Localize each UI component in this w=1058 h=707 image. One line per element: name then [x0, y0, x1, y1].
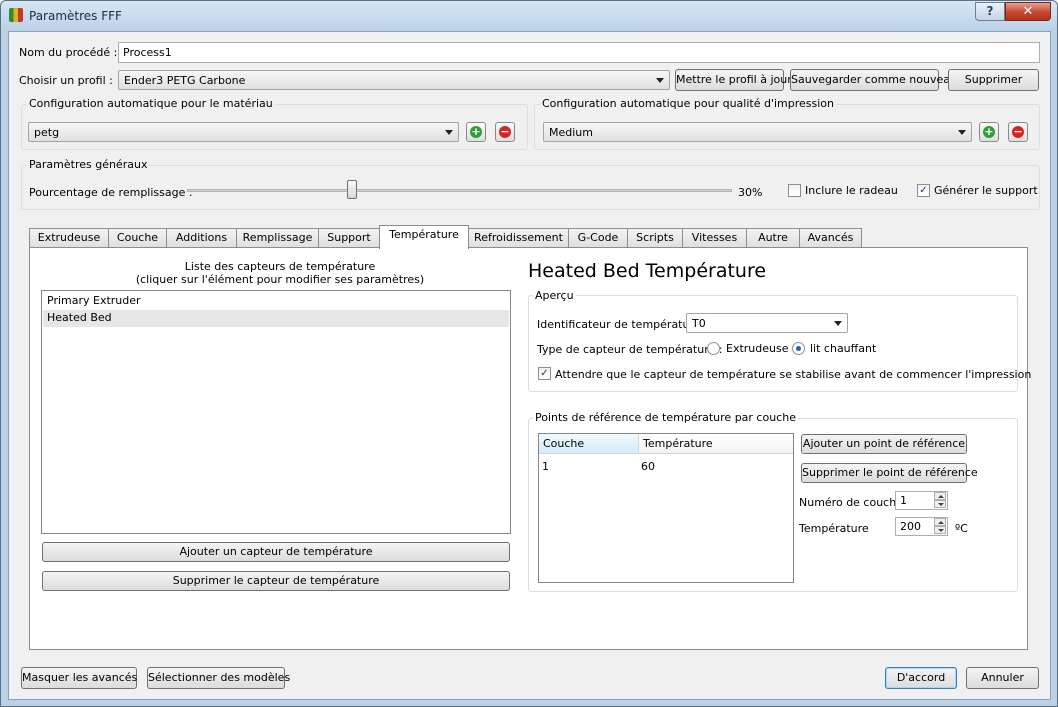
tab-scripts[interactable]: Scripts: [627, 228, 683, 248]
material-select[interactable]: petg: [28, 122, 459, 142]
table-row-temp[interactable]: 60: [641, 460, 655, 473]
add-material-button[interactable]: +: [466, 122, 486, 142]
plus-icon: +: [983, 125, 995, 138]
remove-quality-button[interactable]: −: [1008, 122, 1028, 142]
profile-select-value: Ender3 PETG Carbone: [124, 74, 246, 87]
table-row-layer[interactable]: 1: [542, 460, 549, 473]
tab-vitesses[interactable]: Vitesses: [682, 228, 747, 248]
minus-icon: −: [499, 125, 511, 138]
sensor-type-bed-radio[interactable]: [792, 342, 805, 355]
spin-down-icon[interactable]: [934, 526, 946, 534]
plus-icon: +: [470, 125, 482, 138]
chevron-down-icon: [445, 130, 453, 135]
hide-advanced-button[interactable]: Masquer les avancés: [21, 667, 137, 689]
sensor-list-subtitle: (cliquer sur l'élément pour modifier ses…: [135, 273, 425, 286]
ref-points-title: Points de référence de température par c…: [533, 411, 798, 424]
remove-sensor-button[interactable]: Supprimer le capteur de température: [42, 571, 510, 591]
dialog-client: Nom du procédé : Process1 Choisir un pro…: [8, 31, 1051, 700]
tab-temperature[interactable]: Température: [379, 225, 469, 249]
add-sensor-button[interactable]: Ajouter un capteur de température: [42, 542, 510, 562]
sensor-item-heated-bed[interactable]: Heated Bed: [43, 310, 509, 327]
remove-ref-point-button[interactable]: Supprimer le point de référence: [801, 463, 978, 483]
material-select-value: petg: [34, 126, 60, 139]
remove-material-button[interactable]: −: [495, 122, 515, 142]
layer-number-input[interactable]: 1: [895, 491, 948, 510]
tab-avances[interactable]: Avancés: [799, 228, 862, 248]
raft-checkbox[interactable]: [788, 184, 801, 197]
col-header-temperature[interactable]: Température: [639, 434, 793, 454]
delete-profile-button[interactable]: Supprimer: [948, 69, 1039, 91]
temp-id-label: Identificateur de température: [537, 318, 701, 331]
spin-up-icon[interactable]: [934, 492, 946, 500]
sensor-type-extruder-radio[interactable]: [707, 342, 720, 355]
auto-quality-title: Configuration automatique pour qualité d…: [540, 97, 837, 110]
sensor-type-label: Type de capteur de température :: [537, 343, 723, 356]
chevron-down-icon: [958, 130, 966, 135]
save-as-new-button[interactable]: Sauvegarder comme nouveau: [790, 69, 957, 91]
sensor-detail-heading: Heated Bed Température: [528, 260, 767, 282]
sensor-list-title: Liste des capteurs de température: [184, 260, 376, 273]
temperature-label: Température: [799, 522, 869, 535]
wait-stabilize-checkbox[interactable]: ✓: [538, 367, 551, 380]
raft-label: Inclure le radeau: [805, 184, 898, 197]
quality-select-value: Medium: [549, 126, 593, 139]
temp-id-select[interactable]: T0: [686, 313, 848, 333]
temperature-unit: ºC: [955, 522, 968, 535]
tab-refroidissement[interactable]: Refroidissement: [468, 228, 569, 248]
dialog-window: Paramètres FFF ? ✕ Nom du procédé : Proc…: [0, 0, 1058, 707]
title-bar[interactable]: Paramètres FFF ? ✕: [1, 1, 1057, 31]
tab-remplissage[interactable]: Remplissage: [236, 228, 319, 248]
support-label: Générer le support: [934, 184, 1038, 197]
support-checkbox[interactable]: ✓: [917, 184, 930, 197]
tab-support[interactable]: Support: [318, 228, 380, 248]
sensor-type-extruder-label: Extrudeuse: [726, 342, 789, 355]
minus-icon: −: [1012, 125, 1024, 138]
col-header-layer[interactable]: Couche: [539, 434, 639, 454]
sensor-item-primary-extruder[interactable]: Primary Extruder: [43, 293, 509, 310]
general-settings-title: Paramètres généraux: [27, 158, 150, 171]
app-icon: [9, 8, 23, 22]
process-name-label: Nom du procédé :: [19, 46, 118, 59]
quality-select[interactable]: Medium: [543, 122, 972, 142]
ok-button[interactable]: D'accord: [885, 667, 957, 689]
update-profile-button[interactable]: Mettre le profil à jour: [675, 69, 792, 91]
help-button[interactable]: ?: [975, 2, 1005, 21]
profile-select[interactable]: Ender3 PETG Carbone: [118, 70, 670, 90]
layer-number-value: 1: [900, 494, 907, 507]
infill-slider-handle[interactable]: [347, 180, 357, 199]
auto-material-title: Configuration automatique pour le matéri…: [27, 97, 275, 110]
temperature-input[interactable]: 200: [895, 517, 948, 536]
window-title: Paramètres FFF: [29, 9, 122, 23]
temperature-value: 200: [900, 520, 921, 533]
select-models-button[interactable]: Sélectionner des modèles: [147, 667, 290, 689]
layer-number-label: Numéro de couche: [799, 496, 903, 509]
overview-title: Aperçu: [533, 289, 576, 302]
chevron-down-icon: [834, 321, 842, 326]
cancel-button[interactable]: Annuler: [966, 667, 1039, 689]
chevron-down-icon: [656, 78, 664, 83]
infill-value: 30%: [738, 186, 763, 199]
close-button[interactable]: ✕: [1005, 2, 1051, 21]
spin-down-icon[interactable]: [934, 500, 946, 508]
tab-gcode[interactable]: G-Code: [568, 228, 628, 248]
tab-additions[interactable]: Additions: [166, 228, 237, 248]
profile-label: Choisir un profil :: [19, 74, 113, 87]
ref-points-table: Couche Température 1 60: [538, 433, 794, 583]
temperature-tab-panel: Liste des capteurs de température (cliqu…: [29, 247, 1032, 650]
spin-up-icon[interactable]: [934, 518, 946, 526]
tab-couche[interactable]: Couche: [108, 228, 167, 248]
sensor-list: Primary Extruder Heated Bed: [41, 290, 511, 534]
temp-id-value: T0: [692, 317, 706, 330]
infill-slider[interactable]: [187, 189, 732, 192]
wait-stabilize-label: Attendre que le capteur de température s…: [555, 368, 1032, 381]
add-ref-point-button[interactable]: Ajouter un point de référence: [801, 434, 967, 454]
sensor-type-bed-label: lit chauffant: [810, 342, 877, 355]
process-name-input[interactable]: Process1: [118, 42, 1040, 63]
tab-autre[interactable]: Autre: [746, 228, 800, 248]
infill-label: Pourcentage de remplissage :: [29, 186, 193, 199]
tab-extrudeuse[interactable]: Extrudeuse: [29, 228, 109, 248]
add-quality-button[interactable]: +: [979, 122, 999, 142]
